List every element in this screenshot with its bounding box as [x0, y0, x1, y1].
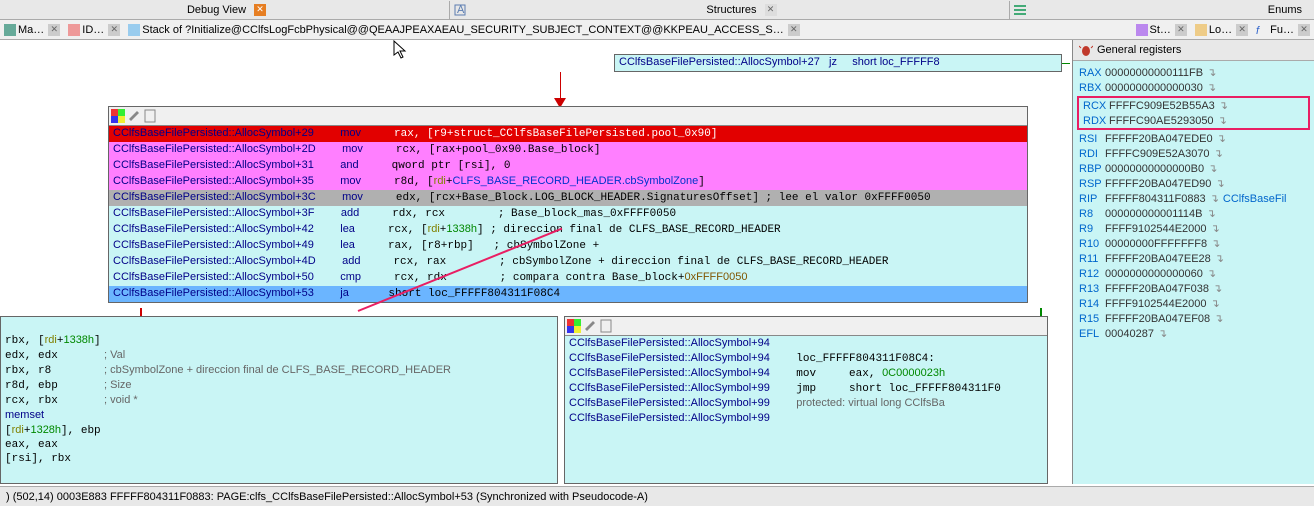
- sub-tab-label: Ma…: [18, 24, 44, 36]
- code-line[interactable]: CClfsBaseFilePersisted::AllocSymbol+53 j…: [109, 286, 1027, 302]
- sub-tab-label: Fu…: [1270, 24, 1294, 36]
- code-line[interactable]: edx, edx ; Val: [1, 348, 557, 363]
- code-line[interactable]: CClfsBaseFilePersisted::AllocSymbol+2D m…: [109, 142, 1027, 158]
- top-tab-bar: Debug View ✕ A Structures ✕ Enums: [0, 0, 1314, 20]
- code-line[interactable]: [rdi+1328h], ebp: [1, 423, 557, 438]
- code-line[interactable]: CClfsBaseFilePersisted::AllocSymbol+31 a…: [109, 158, 1027, 174]
- color-icon[interactable]: [567, 319, 581, 333]
- svg-text:f: f: [1256, 25, 1260, 36]
- register-row[interactable]: RBX0000000000000030↴: [1075, 80, 1312, 95]
- register-row[interactable]: R120000000000000060↴: [1075, 266, 1312, 281]
- register-row[interactable]: R1000000000FFFFFFF8↴: [1075, 236, 1312, 251]
- register-row[interactable]: RDIFFFFC909E52A3070↴: [1075, 146, 1312, 161]
- register-row[interactable]: RDXFFFFC90AE5293050↴: [1079, 113, 1308, 128]
- sub-tab-lo[interactable]: Lo… ✕: [1191, 21, 1252, 39]
- code-line: CClfsBaseFilePersisted::AllocSymbol+27 j…: [615, 55, 1061, 71]
- tab-label: Debug View: [187, 4, 246, 16]
- sub-tab-id[interactable]: ID… ✕: [64, 21, 124, 39]
- register-row[interactable]: RIPFFFFF804311F0883↴CClfsBaseFil: [1075, 191, 1312, 206]
- code-line[interactable]: eax, eax: [1, 438, 557, 452]
- svg-text:A: A: [457, 4, 465, 16]
- edit-icon[interactable]: [127, 109, 141, 123]
- tab-structures[interactable]: Structures ✕: [470, 1, 1010, 19]
- register-row[interactable]: R8000000000001114B↴: [1075, 206, 1312, 221]
- code-line[interactable]: CClfsBaseFilePersisted::AllocSymbol+35 m…: [109, 174, 1027, 190]
- code-line[interactable]: memset: [1, 408, 557, 423]
- disassembly-view: CClfsBaseFilePersisted::AllocSymbol+27 j…: [0, 40, 1072, 484]
- sub-tab-label: ID…: [82, 24, 104, 36]
- code-line[interactable]: CClfsBaseFilePersisted::AllocSymbol+3C m…: [109, 190, 1027, 206]
- close-icon[interactable]: ✕: [1236, 24, 1248, 36]
- close-icon[interactable]: ✕: [108, 24, 120, 36]
- sub-tab-label: Lo…: [1209, 24, 1232, 36]
- close-icon[interactable]: ✕: [1175, 24, 1187, 36]
- register-row[interactable]: RSIFFFFF20BA047EDE0↴: [1075, 131, 1312, 146]
- register-row[interactable]: RSPFFFFF20BA047ED90↴: [1075, 176, 1312, 191]
- code-line[interactable]: CClfsBaseFilePersisted::AllocSymbol+4D a…: [109, 254, 1027, 270]
- code-line[interactable]: CClfsBaseFilePersisted::AllocSymbol+94 l…: [565, 351, 1047, 366]
- code-line[interactable]: [rsi], rbx: [1, 452, 557, 466]
- edit-icon[interactable]: [583, 319, 597, 333]
- close-icon[interactable]: ✕: [788, 24, 800, 36]
- sub-tab-label: St…: [1150, 24, 1171, 36]
- block-header: [109, 107, 1027, 126]
- code-line[interactable]: r8d, ebp ; Size: [1, 378, 557, 393]
- tab-label: Enums: [1268, 4, 1302, 16]
- registers-title: General registers: [1097, 44, 1181, 56]
- sub-tab-bar: Ma… ✕ ID… ✕ Stack of ?Initialize@CClfsLogF…: [0, 20, 1314, 40]
- code-line[interactable]: rbx, r8 ; cbSymbolZone + direccion final…: [1, 363, 557, 378]
- register-row[interactable]: RAX00000000000111FB↴: [1075, 65, 1312, 80]
- code-line[interactable]: CClfsBaseFilePersisted::AllocSymbol+94 m…: [565, 366, 1047, 381]
- code-line[interactable]: CClfsBaseFilePersisted::AllocSymbol+99: [565, 411, 1047, 426]
- tab-icon-a[interactable]: A: [450, 4, 470, 16]
- bug-icon: [1079, 43, 1093, 57]
- tab-icon-list[interactable]: [1010, 4, 1030, 16]
- sub-tab-stack[interactable]: Stack of ?Initialize@CClfsLogFcbPhysical…: [124, 21, 1131, 39]
- block-header: [565, 317, 1047, 336]
- doc-icon[interactable]: [143, 109, 157, 123]
- code-line[interactable]: CClfsBaseFilePersisted::AllocSymbol+99 j…: [565, 381, 1047, 396]
- flow-arrow-true: [1062, 63, 1070, 64]
- close-icon[interactable]: ✕: [48, 24, 60, 36]
- registers-title-bar: General registers: [1073, 40, 1314, 61]
- status-bar: ) (502,14) 0003E883 FFFFF804311F0883: PA…: [0, 486, 1314, 506]
- register-row[interactable]: EFL00040287↴: [1075, 326, 1312, 341]
- code-line[interactable]: CClfsBaseFilePersisted::AllocSymbol+50 c…: [109, 270, 1027, 286]
- code-line[interactable]: CClfsBaseFilePersisted::AllocSymbol+3F a…: [109, 206, 1027, 222]
- register-row[interactable]: R14FFFF9102544E2000↴: [1075, 296, 1312, 311]
- color-icon[interactable]: [111, 109, 125, 123]
- code-line[interactable]: CClfsBaseFilePersisted::AllocSymbol+29 m…: [109, 126, 1027, 142]
- status-text: ) (502,14) 0003E883 FFFFF804311F0883: PA…: [6, 491, 648, 503]
- registers-panel: General registers RAX00000000000111FB↴RB…: [1072, 40, 1314, 484]
- register-row[interactable]: R11FFFFF20BA047EE28↴: [1075, 251, 1312, 266]
- sub-tab-label: Stack of ?Initialize@CClfsLogFcbPhysical…: [142, 24, 783, 36]
- register-row[interactable]: RBP00000000000000B0↴: [1075, 161, 1312, 176]
- code-line[interactable]: CClfsBaseFilePersisted::AllocSymbol+99 p…: [565, 396, 1047, 411]
- code-line[interactable]: CClfsBaseFilePersisted::AllocSymbol+94: [565, 336, 1047, 351]
- code-line[interactable]: CClfsBaseFilePersisted::AllocSymbol+49 l…: [109, 238, 1027, 254]
- top-snippet-block: CClfsBaseFilePersisted::AllocSymbol+27 j…: [614, 54, 1062, 72]
- main-code-block[interactable]: CClfsBaseFilePersisted::AllocSymbol+29 m…: [108, 106, 1028, 303]
- register-row[interactable]: RCXFFFFC909E52B55A3↴: [1079, 98, 1308, 113]
- sub-tab-fu[interactable]: f Fu… ✕: [1252, 21, 1314, 39]
- left-bottom-block[interactable]: rbx, [rdi+1338h]edx, edx ; Valrbx, r8 ; …: [0, 316, 558, 484]
- sub-tab-st[interactable]: St… ✕: [1132, 21, 1191, 39]
- tab-debug-view[interactable]: Debug View ✕: [0, 1, 450, 19]
- close-icon[interactable]: ✕: [1298, 24, 1310, 36]
- doc-icon[interactable]: [599, 319, 613, 333]
- code-line[interactable]: rcx, rbx ; void *: [1, 393, 557, 408]
- register-row[interactable]: R13FFFFF20BA047F038↴: [1075, 281, 1312, 296]
- registers-list[interactable]: RAX00000000000111FB↴RBX0000000000000030↴…: [1073, 61, 1314, 345]
- tab-enums[interactable]: Enums: [1030, 1, 1314, 19]
- right-bottom-block[interactable]: CClfsBaseFilePersisted::AllocSymbol+94CC…: [564, 316, 1048, 484]
- code-line[interactable]: rbx, [rdi+1338h]: [1, 333, 557, 348]
- code-line[interactable]: CClfsBaseFilePersisted::AllocSymbol+42 l…: [109, 222, 1027, 238]
- sub-tab-ma[interactable]: Ma… ✕: [0, 21, 64, 39]
- register-row[interactable]: R9FFFF9102544E2000↴: [1075, 221, 1312, 236]
- register-row[interactable]: R15FFFFF20BA047EF08↴: [1075, 311, 1312, 326]
- close-icon[interactable]: ✕: [254, 4, 266, 16]
- tab-label: Structures: [706, 4, 756, 16]
- close-icon[interactable]: ✕: [765, 4, 777, 16]
